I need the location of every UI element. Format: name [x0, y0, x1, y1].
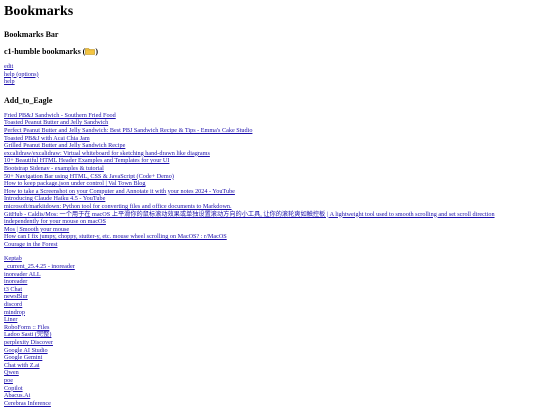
folder-title-suffix: ): [95, 47, 99, 56]
folder-heading: c1-humble bookmarks (): [4, 46, 536, 57]
bookmarks-page: Bookmarks Bookmarks Bar c1-humble bookma…: [0, 4, 540, 407]
bookmark-link[interactable]: Fried PB&J Sandwich - Southern Fried Foo…: [4, 112, 536, 120]
bookmark-link[interactable]: Toasted PB&J with Acai Chia Jam: [4, 135, 536, 143]
folder-links: edit help (options) help: [4, 63, 536, 86]
bookmark-link[interactable]: 50+ Navigation Bar using HTML, CSS & Jav…: [4, 173, 536, 181]
bookmark-link[interactable]: _current_25.4.25 - inoreader: [4, 263, 536, 271]
bookmark-link[interactable]: Grilled Peanut Butter and Jelly Sandwich…: [4, 142, 536, 150]
bookmark-link[interactable]: newsBlur: [4, 293, 536, 301]
bookmark-link[interactable]: GitHub - Caldis/Mos: 一个用于在 macOS 上平滑你的鼠标…: [4, 211, 504, 226]
page-title: Bookmarks: [4, 4, 74, 19]
bookmark-link[interactable]: poe: [4, 377, 536, 385]
bookmark-link[interactable]: t3 Chat: [4, 286, 536, 294]
add-to-eagle-list: Fried PB&J Sandwich - Southern Fried Foo…: [4, 112, 536, 249]
bookmark-link[interactable]: Qwen: [4, 369, 536, 377]
bookmark-link[interactable]: Toasted Peanut Butter and Jelly Sandwich: [4, 119, 536, 127]
bookmark-link[interactable]: discord: [4, 301, 536, 309]
bookmark-link[interactable]: Courage in the Forest: [4, 241, 536, 249]
bookmark-link[interactable]: 10+ Beautiful HTML Header Examples and T…: [4, 157, 536, 165]
bookmark-link[interactable]: How to keep package.json under control |…: [4, 180, 536, 188]
folder-title: c1-humble bookmarks (: [4, 47, 86, 56]
bookmark-link[interactable]: Bootstrap Sidenav - examples & tutorial: [4, 165, 536, 173]
bookmark-link[interactable]: How can I fix jumpy, choppy, stutter-y, …: [4, 233, 536, 241]
bookmark-link[interactable]: Ladoo Sasti (完整): [4, 331, 536, 339]
bookmark-link[interactable]: microsoft/markitdown: Python tool for co…: [4, 203, 536, 211]
bookmark-link[interactable]: perplexity Discover: [4, 339, 536, 347]
bookmark-link[interactable]: Copilot: [4, 385, 536, 393]
help-link[interactable]: help: [4, 78, 536, 86]
bookmark-link[interactable]: Perfect Peanut Butter and Jelly Sandwich…: [4, 127, 536, 135]
help-options-link[interactable]: help (options): [4, 71, 536, 79]
bookmark-link[interactable]: Google AI Studio: [4, 347, 536, 355]
bookmark-link[interactable]: inoreader: [4, 278, 536, 286]
bookmark-link[interactable]: Keptab: [4, 255, 536, 263]
bookmark-link[interactable]: Introducing Claude Haiku 4.5 - YouTube: [4, 195, 536, 203]
bookmark-link[interactable]: mindrop: [4, 309, 536, 317]
bookmark-link[interactable]: How to take a Screenshot on your Compute…: [4, 188, 536, 196]
bookmark-link[interactable]: Chat with Z.ai: [4, 362, 536, 370]
edit-link[interactable]: edit: [4, 63, 536, 71]
misc-bookmarks-list: Keptab _current_25.4.25 - inoreader inor…: [4, 255, 536, 407]
bookmark-link[interactable]: Abacus.Ai: [4, 392, 536, 400]
folder-icon: [85, 47, 96, 55]
bookmark-link[interactable]: Liner: [4, 316, 536, 324]
bookmark-link[interactable]: RoboForm :: Files: [4, 324, 536, 332]
add-to-eagle-heading: Add_to_Eagle: [4, 95, 53, 105]
bookmark-link[interactable]: inoreader ALL: [4, 271, 536, 279]
bookmarks-bar-heading: Bookmarks Bar: [4, 30, 59, 39]
bookmark-link[interactable]: excalidraw/excalidraw: Virtual whiteboar…: [4, 150, 536, 158]
bookmark-link[interactable]: Google Gemini: [4, 354, 536, 362]
bookmark-link[interactable]: Cerebras Inference: [4, 400, 536, 408]
bookmark-link[interactable]: Mos | Smooth your mouse: [4, 226, 536, 234]
